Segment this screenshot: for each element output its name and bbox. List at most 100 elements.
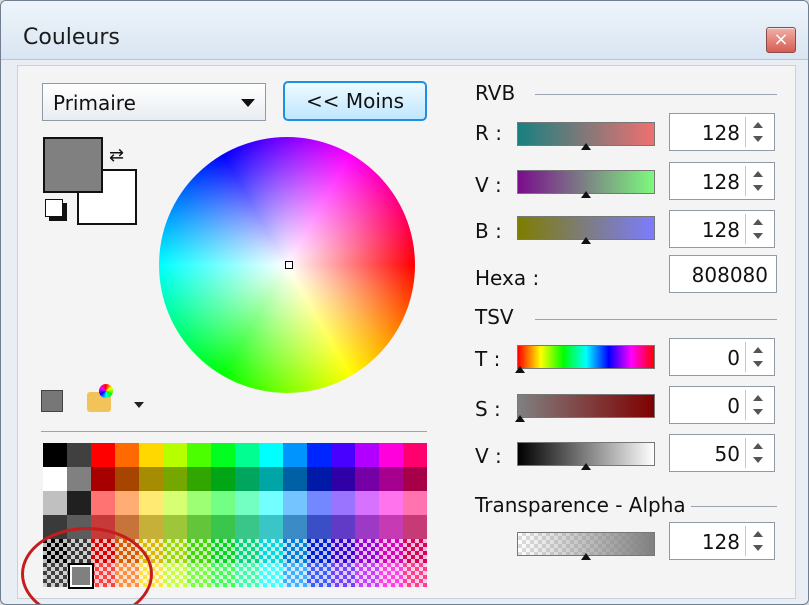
- saturation-slider-handle[interactable]: [515, 415, 525, 422]
- palette-swatch[interactable]: [163, 563, 187, 587]
- palette-swatch[interactable]: [379, 443, 403, 467]
- palette-swatch[interactable]: [403, 443, 427, 467]
- spin-icon[interactable]: [745, 117, 770, 147]
- palette-swatch[interactable]: [187, 515, 211, 539]
- palette-swatch[interactable]: [187, 539, 211, 563]
- palette-swatch[interactable]: [355, 443, 379, 467]
- palette-swatch[interactable]: [211, 443, 235, 467]
- palette-swatch[interactable]: [379, 563, 403, 587]
- palette-swatch[interactable]: [355, 539, 379, 563]
- close-button[interactable]: ×: [766, 27, 796, 53]
- palette-swatch[interactable]: [283, 491, 307, 515]
- palette-swatch[interactable]: [187, 467, 211, 491]
- g-slider-handle[interactable]: [581, 191, 591, 198]
- palette-swatch[interactable]: [307, 491, 331, 515]
- spin-icon[interactable]: [745, 166, 770, 196]
- palette-swatch[interactable]: [355, 467, 379, 491]
- palette-swatch[interactable]: [259, 467, 283, 491]
- palette-swatch[interactable]: [331, 563, 355, 587]
- palette-swatch[interactable]: [67, 443, 91, 467]
- b-value-field[interactable]: 128: [669, 210, 775, 248]
- palette-swatch[interactable]: [403, 467, 427, 491]
- r-value-field[interactable]: 128: [669, 113, 775, 151]
- palette-swatch[interactable]: [307, 443, 331, 467]
- palette-swatch[interactable]: [379, 539, 403, 563]
- palette-swatch[interactable]: [307, 515, 331, 539]
- spin-icon[interactable]: [745, 438, 770, 468]
- spin-icon[interactable]: [745, 390, 770, 420]
- palette-swatch[interactable]: [187, 443, 211, 467]
- palette-swatch[interactable]: [283, 539, 307, 563]
- palette-swatch[interactable]: [259, 539, 283, 563]
- palette-swatch[interactable]: [403, 563, 427, 587]
- palette-swatch[interactable]: [259, 515, 283, 539]
- palette-swatch[interactable]: [211, 563, 235, 587]
- palette-swatch[interactable]: [283, 515, 307, 539]
- palette-swatch[interactable]: [139, 491, 163, 515]
- palette-swatch[interactable]: [355, 515, 379, 539]
- palette-swatch[interactable]: [91, 467, 115, 491]
- value-value-field[interactable]: 50: [669, 434, 775, 472]
- palette-folder-icon[interactable]: [87, 384, 113, 412]
- palette-swatch[interactable]: [43, 491, 67, 515]
- palette-swatch[interactable]: [163, 515, 187, 539]
- spin-icon[interactable]: [745, 214, 770, 244]
- hue-value-field[interactable]: 0: [669, 338, 775, 376]
- swap-colors-icon[interactable]: ⇄: [109, 145, 124, 166]
- palette-swatch[interactable]: [43, 467, 67, 491]
- palette-swatch[interactable]: [235, 443, 259, 467]
- palette-swatch[interactable]: [307, 467, 331, 491]
- palette-swatch[interactable]: [259, 491, 283, 515]
- palette-swatch[interactable]: [355, 563, 379, 587]
- reset-colors-icon[interactable]: [45, 199, 63, 217]
- palette-swatch[interactable]: [355, 491, 379, 515]
- palette-swatch[interactable]: [187, 491, 211, 515]
- hex-input[interactable]: 808080: [669, 255, 777, 293]
- hue-slider-handle[interactable]: [515, 366, 525, 373]
- palette-swatch[interactable]: [235, 491, 259, 515]
- palette-swatch[interactable]: [163, 491, 187, 515]
- primary-color-swatch[interactable]: [43, 137, 103, 193]
- chevron-down-icon[interactable]: [134, 402, 144, 408]
- palette-swatch[interactable]: [211, 491, 235, 515]
- palette-swatch[interactable]: [331, 443, 355, 467]
- color-mode-select[interactable]: Primaire: [42, 83, 266, 121]
- palette-swatch[interactable]: [235, 467, 259, 491]
- hue-slider[interactable]: [517, 345, 655, 369]
- palette-swatch[interactable]: [211, 515, 235, 539]
- palette-swatch[interactable]: [283, 467, 307, 491]
- alpha-slider-handle[interactable]: [581, 553, 591, 560]
- color-wheel-cursor[interactable]: [285, 261, 293, 269]
- palette-swatch[interactable]: [379, 491, 403, 515]
- palette-swatch[interactable]: [211, 539, 235, 563]
- palette-swatch[interactable]: [379, 515, 403, 539]
- alpha-value-field[interactable]: 128: [669, 522, 775, 560]
- palette-swatch[interactable]: [283, 563, 307, 587]
- spin-icon[interactable]: [745, 526, 770, 556]
- palette-swatch[interactable]: [235, 539, 259, 563]
- palette-swatch[interactable]: [307, 563, 331, 587]
- palette-swatch[interactable]: [91, 491, 115, 515]
- palette-swatch[interactable]: [115, 467, 139, 491]
- r-slider-handle[interactable]: [581, 143, 591, 150]
- palette-swatch[interactable]: [211, 467, 235, 491]
- palette-swatch[interactable]: [163, 467, 187, 491]
- palette-swatch[interactable]: [67, 467, 91, 491]
- saturation-value-field[interactable]: 0: [669, 386, 775, 424]
- add-color-icon[interactable]: [41, 390, 63, 412]
- value-slider-handle[interactable]: [581, 463, 591, 470]
- palette-swatch[interactable]: [283, 443, 307, 467]
- palette-swatch[interactable]: [331, 491, 355, 515]
- palette-swatch[interactable]: [307, 539, 331, 563]
- palette-swatch[interactable]: [235, 515, 259, 539]
- palette-swatch[interactable]: [235, 563, 259, 587]
- palette-swatch[interactable]: [403, 539, 427, 563]
- palette-swatch[interactable]: [91, 443, 115, 467]
- palette-swatch[interactable]: [67, 491, 91, 515]
- less-options-button[interactable]: << Moins: [283, 81, 427, 121]
- palette-swatch[interactable]: [43, 443, 67, 467]
- palette-swatch[interactable]: [331, 515, 355, 539]
- palette-swatch[interactable]: [139, 515, 163, 539]
- palette-swatch[interactable]: [115, 491, 139, 515]
- palette-swatch[interactable]: [259, 443, 283, 467]
